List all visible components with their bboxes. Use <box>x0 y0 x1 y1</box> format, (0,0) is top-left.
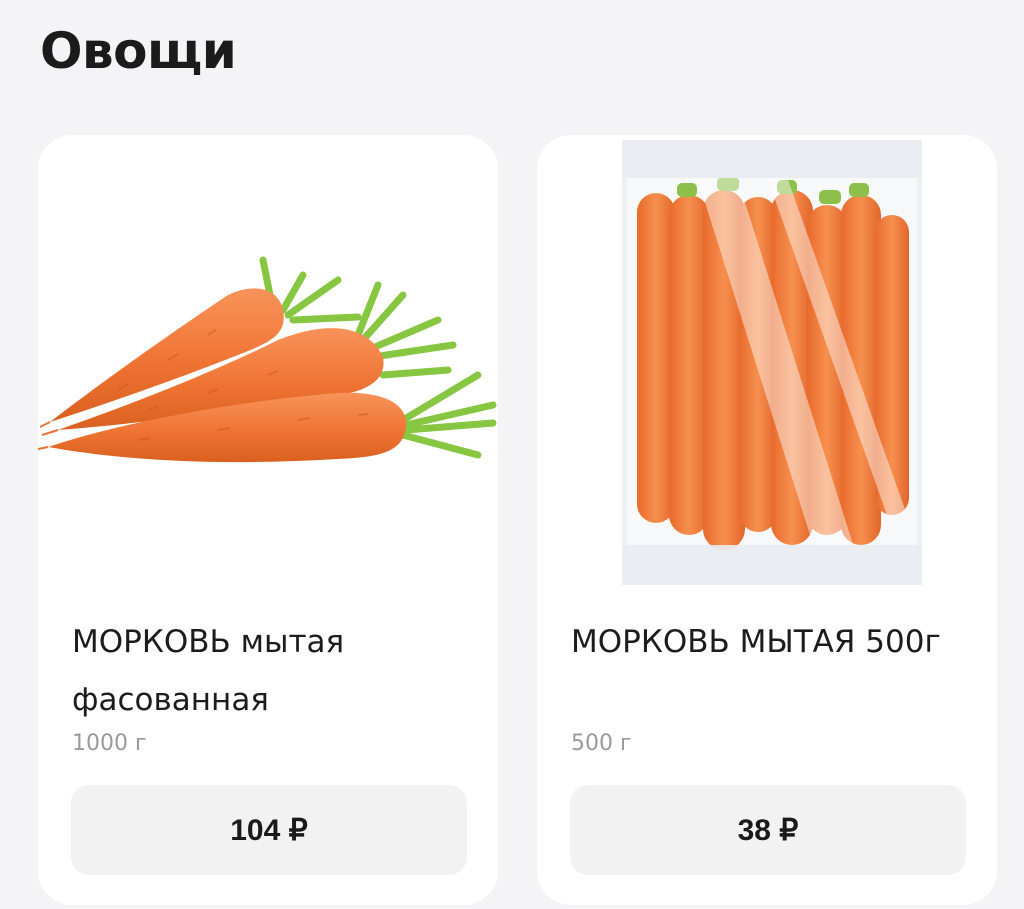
product-card[interactable]: МОРКОВЬ мытая фасованная 1000 г 104 ₽ <box>38 135 498 905</box>
price-button[interactable]: 38 ₽ <box>570 785 966 875</box>
product-weight: 1000 г <box>72 731 147 756</box>
product-name[interactable]: МОРКОВЬ мытая фасованная <box>72 613 472 729</box>
catalog-page: Овощи МОРКОВЬ мытая фасованная 1000 г 10… <box>0 0 1024 909</box>
product-weight: 500 г <box>571 731 632 756</box>
carrot-bag-image[interactable] <box>537 135 997 595</box>
section-title: Овощи <box>40 22 237 80</box>
carrot-bunch-image[interactable] <box>38 135 498 595</box>
product-name[interactable]: МОРКОВЬ МЫТАЯ 500г <box>571 613 971 671</box>
price-button[interactable]: 104 ₽ <box>71 785 467 875</box>
product-card[interactable]: МОРКОВЬ МЫТАЯ 500г 500 г 38 ₽ <box>537 135 997 905</box>
